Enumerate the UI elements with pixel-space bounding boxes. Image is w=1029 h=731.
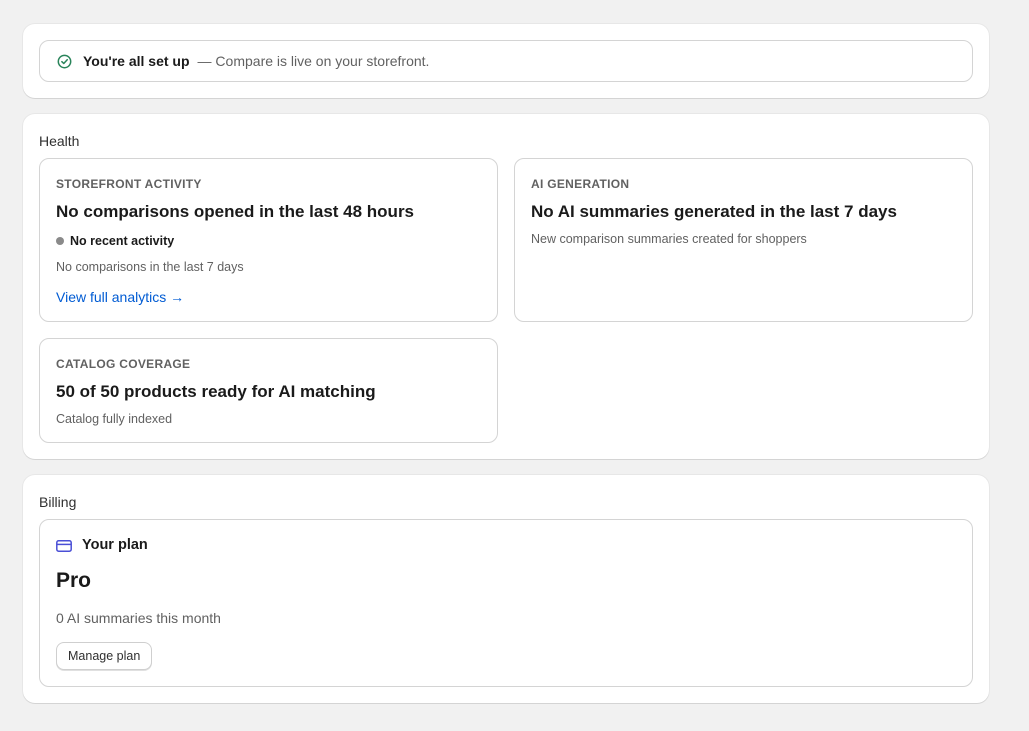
billing-card: Billing Your plan Pro 0 AI summaries thi… bbox=[23, 475, 989, 703]
setup-banner: You're all set up — Compare is live on y… bbox=[39, 40, 973, 82]
health-card: Health STOREFRONT ACTIVITY No comparison… bbox=[23, 114, 989, 459]
plan-name: Pro bbox=[56, 569, 92, 592]
catalog-coverage-tile: CATALOG COVERAGE 50 of 50 products ready… bbox=[39, 338, 498, 443]
tile-detail: New comparison summaries created for sho… bbox=[531, 232, 807, 246]
plan-usage: 0 AI summaries this month bbox=[56, 610, 221, 626]
credit-card-icon bbox=[56, 539, 72, 552]
setup-title: You're all set up bbox=[83, 53, 190, 69]
storefront-activity-tile: STOREFRONT ACTIVITY No comparisons opene… bbox=[39, 158, 498, 322]
tile-heading: 50 of 50 products ready for AI matching bbox=[56, 382, 376, 401]
plan-title: Your plan bbox=[82, 537, 148, 553]
plan-header: Your plan bbox=[56, 537, 148, 553]
ai-generation-tile: AI GENERATION No AI summaries generated … bbox=[514, 158, 973, 322]
status-row: No recent activity bbox=[56, 234, 174, 248]
manage-plan-button[interactable]: Manage plan bbox=[56, 642, 153, 670]
view-analytics-link[interactable]: View full analytics → bbox=[56, 289, 184, 305]
tile-label: CATALOG COVERAGE bbox=[56, 357, 191, 371]
setup-card: You're all set up — Compare is live on y… bbox=[23, 24, 989, 98]
check-circle-icon bbox=[57, 54, 72, 69]
status-text: No recent activity bbox=[70, 234, 175, 248]
tile-heading: No AI summaries generated in the last 7 … bbox=[531, 202, 897, 221]
tile-label: STOREFRONT ACTIVITY bbox=[56, 177, 202, 191]
tile-detail: No comparisons in the last 7 days bbox=[56, 260, 244, 274]
billing-section-title: Billing bbox=[39, 494, 77, 510]
status-dot-icon bbox=[56, 237, 64, 245]
plan-box: Your plan Pro 0 AI summaries this month … bbox=[39, 519, 973, 687]
health-section-title: Health bbox=[39, 133, 80, 149]
tile-detail: Catalog fully indexed bbox=[56, 412, 173, 426]
setup-subtitle: — Compare is live on your storefront. bbox=[197, 53, 430, 69]
tile-heading: No comparisons opened in the last 48 hou… bbox=[56, 202, 415, 221]
tile-label: AI GENERATION bbox=[531, 177, 630, 191]
